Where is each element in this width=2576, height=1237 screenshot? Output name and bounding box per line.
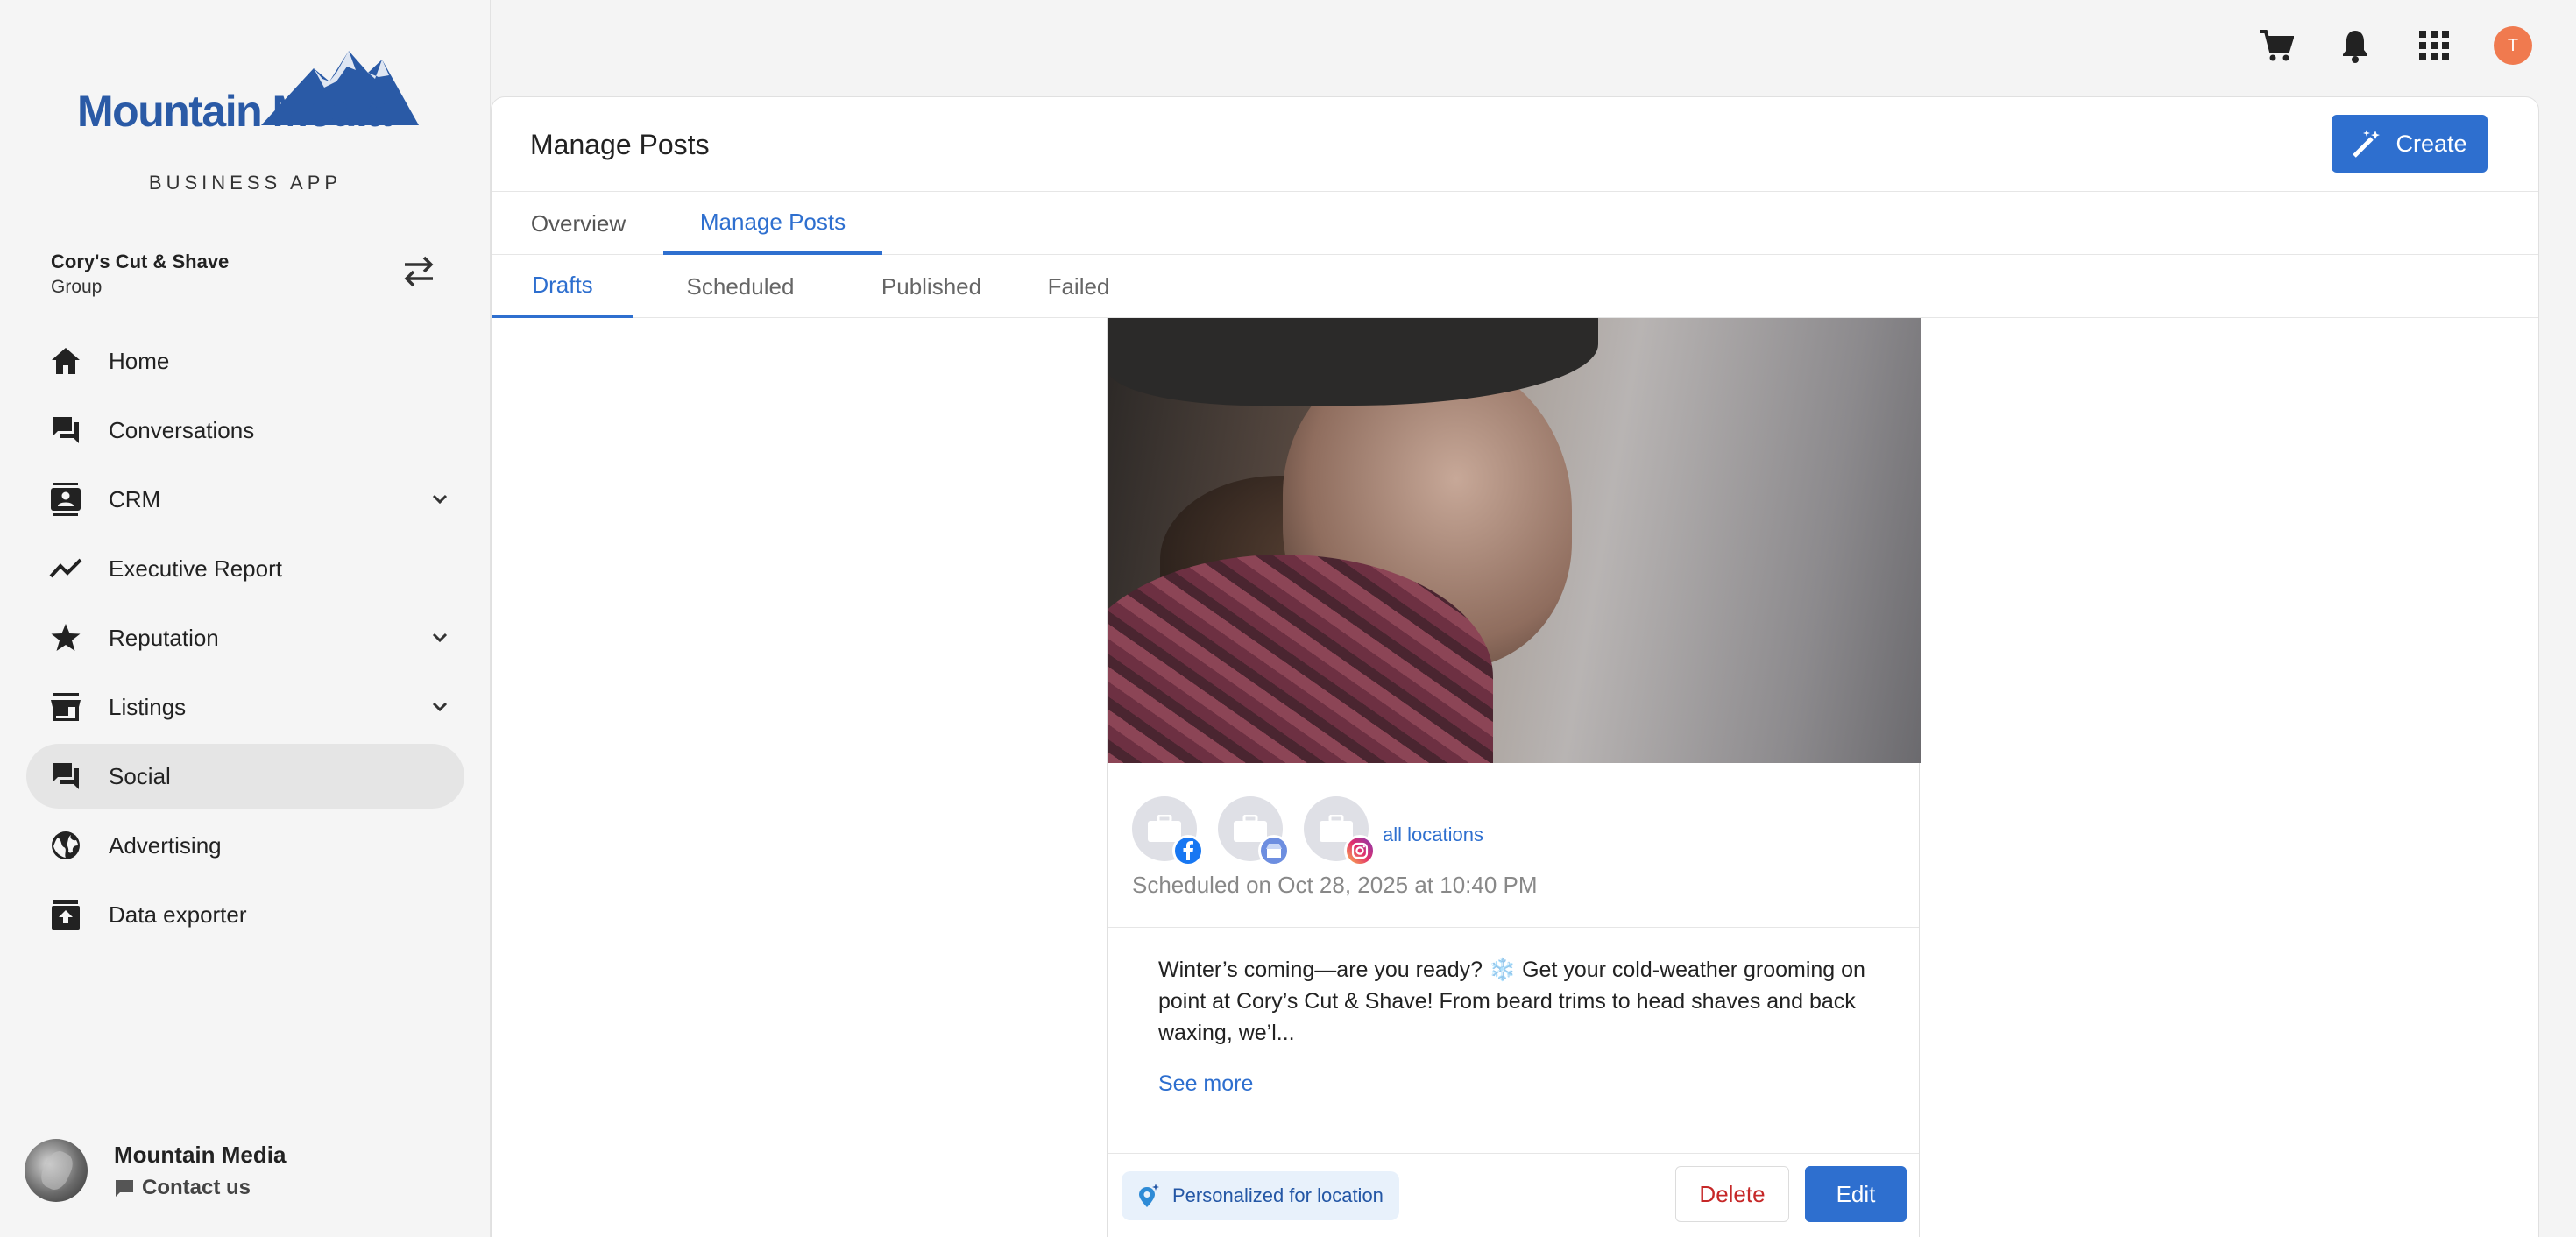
delete-button[interactable]: Delete	[1675, 1166, 1789, 1222]
switch-account-icon[interactable]	[400, 254, 438, 289]
post-text: Winter’s coming—are you ready? ❄️ Get yo…	[1158, 958, 1865, 1045]
instagram-icon	[1344, 835, 1376, 866]
tab-failed[interactable]: Failed	[1026, 255, 1131, 318]
main-tabs: Overview Manage Posts	[492, 192, 2538, 255]
sidebar-item-label: CRM	[109, 485, 161, 512]
chevron-down-icon[interactable]	[429, 489, 450, 510]
contact-card-icon	[49, 483, 82, 516]
chat-icon	[49, 760, 82, 793]
personalized-badge[interactable]: Personalized for location	[1122, 1171, 1399, 1220]
location-network-list: all locations	[1132, 796, 1483, 866]
location-sparkle-icon	[1139, 1184, 1159, 1207]
post-actions: Personalized for location Delete Edit	[1108, 1154, 1919, 1237]
app-subtitle: BUSINESS APP	[148, 172, 343, 194]
page-title: Manage Posts	[530, 129, 710, 160]
tab-manage-posts[interactable]: Manage Posts	[663, 192, 882, 255]
google-business-icon	[1258, 835, 1290, 866]
location-avatar-google	[1218, 796, 1290, 866]
sidebar-item-label: Listings	[109, 693, 187, 720]
sidebar-item-reputation[interactable]: Reputation	[26, 605, 464, 670]
sidebar-item-label: Home	[109, 347, 170, 374]
sidebar-item-label: Executive Report	[109, 555, 282, 582]
message-icon	[116, 1179, 133, 1197]
sidebar-item-conversations[interactable]: Conversations	[26, 398, 464, 463]
sidebar-item-home[interactable]: Home	[26, 329, 464, 393]
page-header: Manage Posts Create	[492, 97, 2538, 192]
account-name: Cory's Cut & Shave	[51, 251, 230, 272]
post-status-tabs: Drafts Scheduled Published Failed	[492, 255, 2538, 318]
logo-text: Mountain Media	[77, 87, 391, 136]
sidebar: Mountain Media BUSINESS APP Cory's Cut &…	[0, 0, 491, 1237]
magic-wand-icon	[2353, 130, 2381, 158]
sidebar-item-label: Reputation	[109, 624, 219, 651]
globe-icon	[49, 829, 82, 862]
sidebar-item-data-exporter[interactable]: Data exporter	[26, 882, 464, 947]
personalized-label: Personalized for location	[1172, 1184, 1384, 1206]
sidebar-item-social[interactable]: Social	[26, 744, 464, 809]
post-body: Winter’s coming—are you ready? ❄️ Get yo…	[1108, 928, 1919, 1154]
avatar[interactable]	[25, 1139, 88, 1202]
footer-user-name: Mountain Media	[114, 1141, 287, 1168]
post-image[interactable]	[1108, 318, 1921, 763]
chevron-down-icon[interactable]	[429, 627, 450, 648]
all-locations-link[interactable]: all locations	[1383, 823, 1483, 846]
sidebar-item-listings[interactable]: Listings	[26, 675, 464, 739]
facebook-icon	[1172, 835, 1204, 866]
star-icon	[49, 621, 82, 654]
sidebar-item-label: Advertising	[109, 831, 222, 859]
cart-icon[interactable]	[2257, 26, 2296, 65]
account-info: Cory's Cut & Shave Group	[51, 251, 229, 298]
contact-us-link[interactable]: Contact us	[114, 1176, 286, 1200]
location-avatar-instagram	[1304, 796, 1376, 866]
archive-icon	[49, 898, 82, 931]
sidebar-item-crm[interactable]: CRM	[26, 467, 464, 532]
sidebar-item-label: Social	[109, 762, 171, 789]
tab-published[interactable]: Published	[856, 255, 1007, 318]
see-more-link[interactable]: See more	[1158, 1071, 1253, 1097]
tab-scheduled[interactable]: Scheduled	[663, 255, 817, 318]
create-button-label: Create	[2396, 130, 2467, 157]
apps-grid-icon[interactable]	[2415, 26, 2453, 65]
location-avatar-facebook	[1132, 796, 1204, 866]
sidebar-nav: Home Conversations CRM Executive Report …	[26, 329, 464, 951]
account-type: Group	[51, 277, 103, 297]
edit-button[interactable]: Edit	[1805, 1166, 1907, 1222]
contact-us-label: Contact us	[142, 1175, 251, 1199]
create-button[interactable]: Create	[2332, 115, 2488, 173]
post-card: all locations Scheduled on Oct 28, 2025 …	[1107, 318, 1921, 1237]
sidebar-item-advertising[interactable]: Advertising	[26, 813, 464, 878]
sidebar-item-label: Data exporter	[109, 901, 247, 928]
brand-logo[interactable]: Mountain Media	[77, 33, 419, 138]
footer-user[interactable]: Mountain Media Contact us	[25, 1139, 286, 1202]
home-icon	[49, 344, 82, 378]
sidebar-item-label: Conversations	[109, 416, 255, 443]
chat-icon	[49, 414, 82, 447]
tab-drafts[interactable]: Drafts	[492, 255, 633, 318]
trend-line-icon	[49, 552, 82, 585]
top-bar-actions: T	[2257, 26, 2532, 65]
sidebar-item-executive-report[interactable]: Executive Report	[26, 536, 464, 601]
main-panel: Manage Posts Create Overview Manage Post…	[491, 96, 2539, 1237]
post-meta: all locations Scheduled on Oct 28, 2025 …	[1108, 763, 1919, 928]
chevron-down-icon[interactable]	[429, 696, 450, 717]
scheduled-date: Scheduled on Oct 28, 2025 at 10:40 PM	[1132, 872, 1538, 898]
storefront-icon	[49, 690, 82, 724]
user-avatar[interactable]: T	[2494, 26, 2532, 65]
bell-icon[interactable]	[2336, 26, 2374, 65]
tab-overview[interactable]: Overview	[530, 192, 626, 255]
